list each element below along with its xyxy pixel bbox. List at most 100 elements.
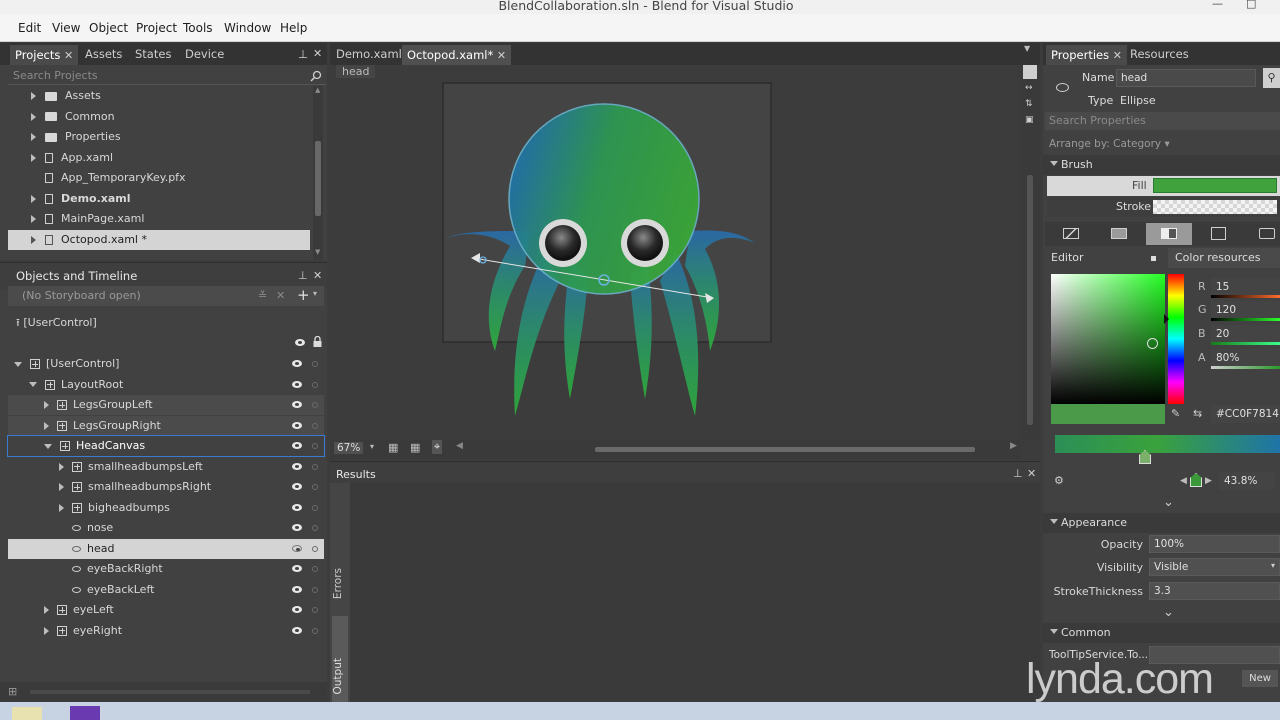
visibility-eye-icon[interactable] bbox=[292, 503, 302, 511]
minimize-button[interactable]: — bbox=[1212, 0, 1223, 10]
chevron-down-icon[interactable]: ▾ bbox=[313, 289, 317, 298]
expand-arrow-icon[interactable] bbox=[44, 443, 52, 449]
tile-brush-icon[interactable] bbox=[1211, 227, 1226, 240]
common-section-header[interactable]: Common bbox=[1043, 623, 1280, 643]
tree-item[interactable]: LayoutRoot bbox=[8, 375, 324, 395]
tab-output[interactable]: Output bbox=[332, 658, 344, 694]
lock-toggle-icon[interactable] bbox=[312, 381, 318, 388]
add-storyboard-icon[interactable]: + bbox=[297, 286, 310, 304]
breadcrumb[interactable]: head bbox=[336, 65, 376, 78]
tree-item[interactable]: nose bbox=[8, 518, 324, 538]
visibility-eye-icon[interactable] bbox=[292, 462, 302, 470]
tree-item[interactable]: smallheadbumpsLeft bbox=[8, 457, 324, 477]
visibility-eye-icon[interactable] bbox=[292, 585, 302, 593]
lock-icon[interactable] bbox=[313, 336, 322, 347]
menu-window[interactable]: Window bbox=[224, 21, 271, 35]
expand-arrow-icon[interactable] bbox=[31, 194, 36, 203]
visibility-eye-icon[interactable] bbox=[292, 565, 302, 572]
visibility-select[interactable]: Visible bbox=[1149, 558, 1280, 576]
b-input[interactable]: 20 bbox=[1211, 325, 1280, 343]
project-item[interactable]: Common bbox=[8, 107, 310, 127]
stop-previous-icon[interactable]: ◀ bbox=[1180, 476, 1187, 486]
pin-icon[interactable]: ⊥ bbox=[1013, 467, 1023, 480]
menu-help[interactable]: Help bbox=[280, 21, 307, 35]
taskbar-blend-icon[interactable] bbox=[70, 706, 100, 720]
stroke-thickness-input[interactable]: 3.3 bbox=[1149, 582, 1280, 600]
stop-next-icon[interactable]: ▶ bbox=[1205, 476, 1212, 486]
tabs-dropdown-icon[interactable]: ▼ bbox=[1024, 44, 1030, 53]
visibility-eye-icon[interactable] bbox=[292, 483, 302, 490]
visibility-eye-icon[interactable] bbox=[292, 442, 302, 449]
hue-slider[interactable] bbox=[1164, 274, 1184, 404]
visibility-eye-icon[interactable] bbox=[295, 339, 305, 346]
vertical-scroll-thumb[interactable] bbox=[1027, 175, 1033, 425]
menu-tools[interactable]: Tools bbox=[183, 21, 213, 35]
design-surface[interactable] bbox=[330, 81, 1020, 439]
scroll-left-icon[interactable]: ◀ bbox=[456, 441, 463, 451]
fill-row[interactable]: Fill bbox=[1047, 176, 1280, 196]
expand-arrow-icon[interactable] bbox=[31, 133, 36, 141]
g-slider[interactable] bbox=[1211, 318, 1280, 321]
gradient-stop-handle[interactable] bbox=[1139, 450, 1151, 464]
fill-swatch[interactable] bbox=[1153, 178, 1277, 193]
projects-search-input[interactable]: Search Projects bbox=[13, 69, 98, 82]
menu-view[interactable]: View bbox=[52, 21, 80, 35]
lock-toggle-icon[interactable] bbox=[312, 443, 318, 449]
expand-arrow-icon[interactable] bbox=[59, 503, 64, 512]
swap-icon[interactable]: ⇆ bbox=[1193, 407, 1202, 420]
expand-arrow-icon[interactable] bbox=[44, 421, 49, 430]
lock-toggle-icon[interactable] bbox=[312, 402, 318, 408]
visibility-eye-icon[interactable] bbox=[292, 606, 302, 613]
tree-item[interactable]: head bbox=[8, 538, 324, 559]
scroll-up-icon[interactable]: ▲ bbox=[315, 86, 320, 94]
tree-item[interactable]: eyeBackLeft bbox=[8, 580, 324, 600]
expand-arrow-icon[interactable] bbox=[14, 361, 22, 367]
menu-project[interactable]: Project bbox=[136, 21, 177, 35]
lock-toggle-icon[interactable] bbox=[312, 361, 318, 367]
close-storyboard-icon[interactable]: ✕ bbox=[276, 289, 285, 302]
new-button[interactable]: New bbox=[1242, 670, 1278, 687]
tab-resources[interactable]: Resources bbox=[1130, 47, 1189, 61]
editor-tab[interactable]: Editor bbox=[1051, 251, 1084, 264]
menu-object[interactable]: Object bbox=[89, 21, 128, 35]
opacity-input[interactable]: 100% bbox=[1149, 535, 1280, 553]
visibility-eye-icon[interactable] bbox=[292, 524, 302, 531]
project-item[interactable]: Octopod.xaml * bbox=[8, 229, 310, 250]
grid-icon[interactable]: ▦ bbox=[410, 441, 420, 454]
project-item[interactable]: Properties bbox=[8, 127, 310, 147]
snap-icon[interactable] bbox=[1023, 65, 1037, 79]
color-saturation-field[interactable] bbox=[1051, 274, 1165, 404]
projects-search[interactable]: Search Projects bbox=[8, 67, 326, 85]
r-slider[interactable] bbox=[1211, 295, 1280, 298]
panel-close-icon[interactable]: ✕ bbox=[1027, 467, 1036, 480]
visibility-eye-icon[interactable] bbox=[292, 380, 302, 388]
project-item[interactable]: Assets bbox=[8, 86, 310, 106]
pin-icon[interactable]: ⊥ bbox=[298, 47, 308, 61]
tab-errors[interactable]: Errors bbox=[332, 568, 344, 599]
tree-item[interactable]: HeadCanvas bbox=[7, 435, 325, 457]
expand-arrow-icon[interactable] bbox=[44, 606, 49, 614]
tree-item[interactable]: LegsGroupRight bbox=[8, 415, 324, 436]
color-picker-handle[interactable] bbox=[1147, 338, 1158, 349]
tab-octopod-xaml[interactable]: Octopod.xaml* ✕ bbox=[402, 45, 512, 65]
lock-toggle-icon[interactable] bbox=[312, 422, 318, 429]
projects-scroll-thumb[interactable] bbox=[315, 141, 321, 216]
expand-arrow-icon[interactable] bbox=[31, 235, 36, 244]
snap-toggle-icon[interactable]: ⌖ bbox=[432, 440, 443, 454]
expand-arrow-icon[interactable] bbox=[59, 483, 64, 491]
b-slider[interactable] bbox=[1211, 342, 1280, 345]
taskbar-folder-icon[interactable] bbox=[12, 707, 42, 720]
appearance-section-header[interactable]: Appearance bbox=[1043, 513, 1280, 533]
brush-section-header[interactable]: Brush bbox=[1043, 155, 1280, 175]
scope-row[interactable]: ⭱ [UserControl] bbox=[16, 314, 97, 333]
scope-up-icon[interactable]: ⭱ bbox=[16, 316, 20, 329]
gradient-brush-button[interactable] bbox=[1146, 223, 1192, 245]
lock-toggle-icon[interactable] bbox=[312, 504, 318, 511]
expand-arrow-icon[interactable] bbox=[31, 92, 36, 100]
tab-demo-xaml[interactable]: Demo.xaml bbox=[336, 47, 402, 61]
menu-edit[interactable]: Edit bbox=[18, 21, 41, 35]
scroll-down-icon[interactable]: ▼ bbox=[315, 248, 320, 256]
g-input[interactable]: 120 bbox=[1211, 301, 1280, 319]
tree-item[interactable]: LegsGroupLeft bbox=[8, 395, 324, 415]
tab-assets[interactable]: Assets bbox=[85, 47, 122, 61]
